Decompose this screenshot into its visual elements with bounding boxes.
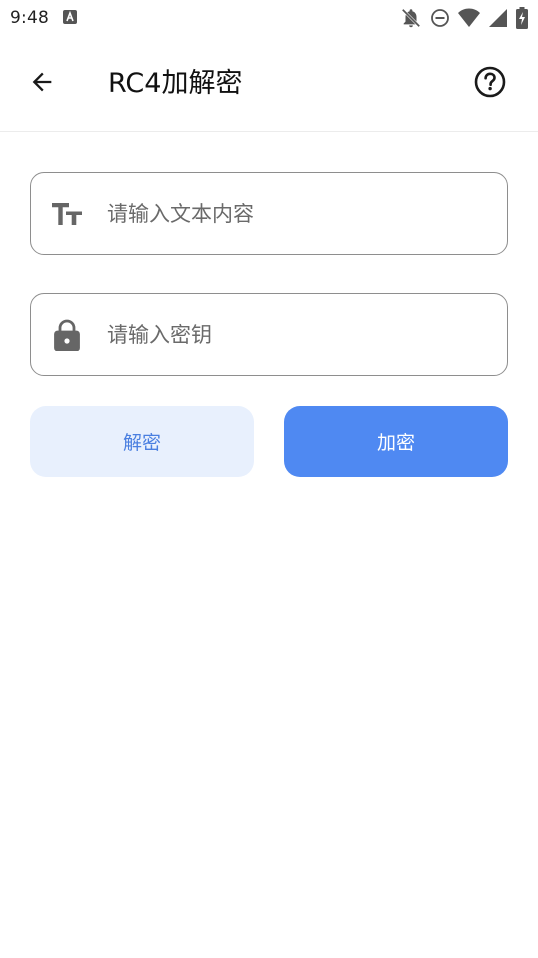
lock-icon	[51, 319, 83, 351]
battery-charging-icon	[516, 7, 528, 29]
status-time: 9:48	[10, 8, 49, 28]
key-input-field[interactable]	[30, 293, 508, 376]
text-input-field[interactable]	[30, 172, 508, 255]
back-button[interactable]	[22, 66, 62, 102]
decrypt-button-label: 解密	[122, 432, 161, 454]
status-left: 9:48	[10, 8, 77, 28]
key-input[interactable]	[107, 294, 491, 375]
do-not-disturb-icon	[430, 8, 450, 28]
text-input[interactable]	[107, 173, 491, 254]
app-notification-icon	[62, 9, 77, 28]
status-right	[400, 7, 528, 29]
page-title: RC4加解密	[108, 68, 243, 99]
status-bar: 9:48	[0, 0, 538, 36]
decrypt-button[interactable]: 解密	[30, 406, 254, 477]
app-bar: RC4加解密	[0, 36, 538, 132]
wifi-icon	[458, 8, 480, 28]
arrow-back-icon	[28, 68, 56, 100]
signal-icon	[488, 8, 508, 28]
help-button[interactable]	[470, 66, 510, 102]
bell-off-icon	[400, 7, 422, 29]
text-size-icon	[51, 198, 83, 230]
encrypt-button[interactable]: 加密	[284, 406, 508, 477]
encrypt-button-label: 加密	[376, 432, 415, 454]
help-circle-icon	[473, 65, 507, 103]
